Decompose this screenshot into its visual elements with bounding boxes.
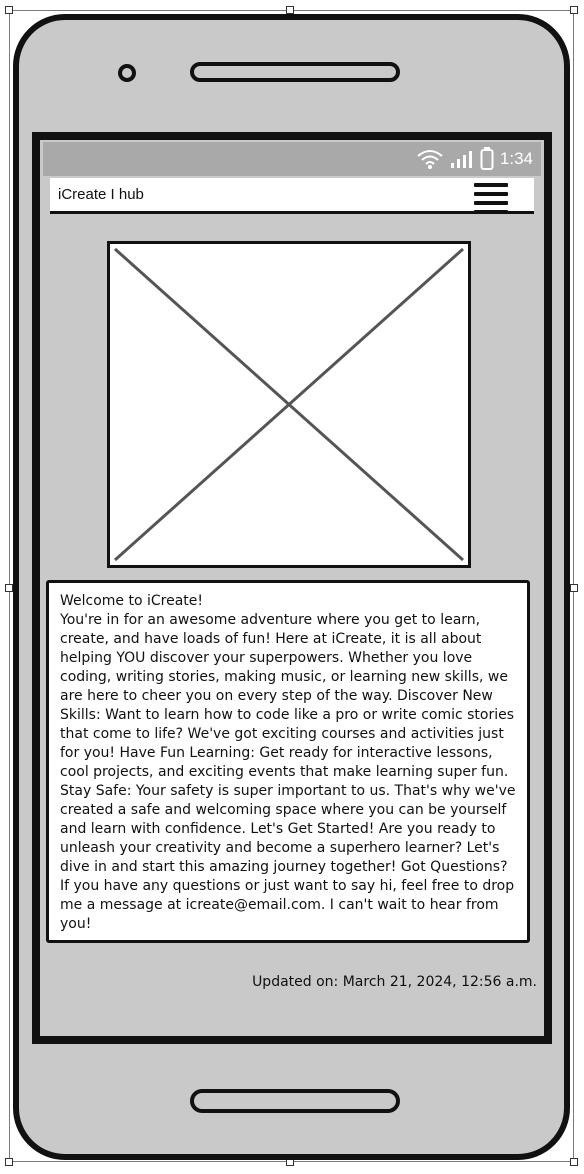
resize-handle-bottom-right[interactable]: [570, 1158, 578, 1166]
camera-icon: [118, 64, 136, 82]
app-title: iCreate I hub: [58, 186, 144, 203]
hamburger-menu-icon[interactable]: [474, 181, 508, 214]
welcome-body: You're in for an awesome adventure where…: [60, 612, 516, 932]
resize-handle-top-left[interactable]: [5, 6, 13, 14]
updated-timestamp: Updated on: March 21, 2024, 12:56 a.m.: [252, 974, 537, 990]
status-bar: 1:34: [43, 142, 541, 176]
battery-icon: [480, 147, 494, 171]
image-placeholder-icon: [107, 241, 471, 568]
welcome-text-box: Welcome to iCreate! You're in for an awe…: [46, 580, 530, 943]
signal-icon: [450, 149, 474, 169]
resize-handle-top[interactable]: [286, 6, 294, 14]
speaker-grille: [190, 62, 400, 82]
top-navbar: iCreate I hub: [50, 178, 534, 214]
resize-handle-right[interactable]: [570, 584, 578, 592]
resize-handle-top-right[interactable]: [570, 6, 578, 14]
wifi-icon: [416, 148, 444, 170]
status-time: 1:34: [499, 149, 533, 168]
home-button[interactable]: [190, 1089, 400, 1113]
wireframe-canvas: 1:34 iCreate I hub Welcome to iCreate! Y…: [0, 0, 584, 1174]
resize-handle-left[interactable]: [5, 584, 13, 592]
welcome-heading: Welcome to iCreate!: [60, 593, 204, 609]
resize-handle-bottom-left[interactable]: [5, 1158, 13, 1166]
